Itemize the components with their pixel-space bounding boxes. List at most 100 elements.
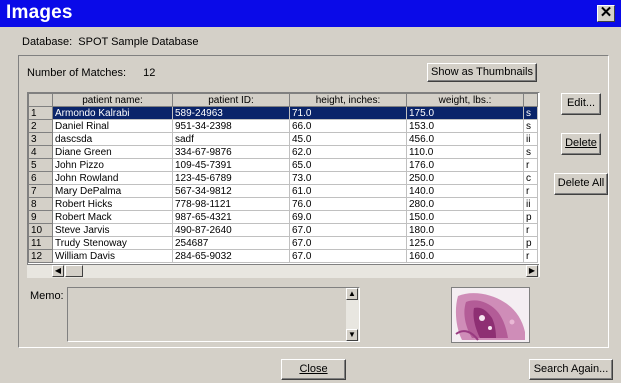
table-row[interactable]: 12 William Davis 284-65-9032 67.0 160.0 r [28, 249, 538, 263]
cell-height: 73.0 [289, 171, 407, 185]
grid-header-row: patient name: patient ID: height, inches… [28, 93, 538, 107]
cell-patient-id: sadf [172, 132, 290, 146]
horizontal-scrollbar[interactable]: ◀ ▶ [27, 264, 539, 278]
table-row[interactable]: 11 Trudy Stenoway 254687 67.0 125.0 p [28, 236, 538, 250]
cell-height: 67.0 [289, 223, 407, 237]
window-title: Images [6, 2, 73, 23]
row-number: 3 [28, 132, 53, 146]
table-row[interactable]: 4 Diane Green 334-67-9876 62.0 110.0 s [28, 145, 538, 159]
cell-height: 69.0 [289, 210, 407, 224]
edit-button[interactable]: Edit... [561, 93, 601, 115]
cell-extra: r [523, 158, 538, 172]
cell-weight: 150.0 [406, 210, 524, 224]
cell-patient-id: 284-65-9032 [172, 249, 290, 263]
results-table: patient name: patient ID: height, inches… [28, 93, 538, 263]
column-header-extra [523, 93, 538, 107]
cell-extra: p [523, 236, 538, 250]
cell-height: 65.0 [289, 158, 407, 172]
cell-weight: 176.0 [406, 158, 524, 172]
table-row[interactable]: 9 Robert Mack 987-65-4321 69.0 150.0 p [28, 210, 538, 224]
results-grid[interactable]: patient name: patient ID: height, inches… [27, 92, 540, 277]
delete-button[interactable]: Delete [561, 133, 601, 155]
table-row[interactable]: 3 dascsda sadf 45.0 456.0 ii [28, 132, 538, 146]
memo-scroll-up-arrow-icon[interactable]: ▲ [346, 288, 358, 300]
cell-extra: s [523, 119, 538, 133]
cell-patient-name: Robert Hicks [52, 197, 173, 211]
table-row[interactable]: 10 Steve Jarvis 490-87-2640 67.0 180.0 r [28, 223, 538, 237]
row-number: 8 [28, 197, 53, 211]
row-number: 10 [28, 223, 53, 237]
memo-vertical-scrollbar[interactable]: ▲ ▼ [346, 288, 359, 341]
cell-weight: 153.0 [406, 119, 524, 133]
matches-count: 12 [143, 67, 156, 79]
cell-height: 45.0 [289, 132, 407, 146]
cell-extra: r [523, 223, 538, 237]
memo-scroll-down-arrow-icon[interactable]: ▼ [346, 329, 358, 341]
grid-corner [28, 93, 53, 107]
cell-weight: 250.0 [406, 171, 524, 185]
table-row[interactable]: 5 John Pizzo 109-45-7391 65.0 176.0 r [28, 158, 538, 172]
scroll-right-arrow-icon[interactable]: ▶ [526, 265, 538, 277]
cell-patient-name: John Pizzo [52, 158, 173, 172]
cell-patient-id: 254687 [172, 236, 290, 250]
cell-extra: s [523, 106, 538, 120]
table-row[interactable]: 2 Daniel Rinal 951-34-2398 66.0 153.0 s [28, 119, 538, 133]
close-button[interactable]: Close [281, 359, 346, 380]
cell-weight: 456.0 [406, 132, 524, 146]
close-window-button[interactable]: ✕ [597, 5, 615, 22]
memo-label: Memo: [30, 290, 64, 302]
scroll-left-arrow-icon[interactable]: ◀ [52, 265, 64, 277]
histology-image-icon [452, 288, 529, 342]
cell-weight: 175.0 [406, 106, 524, 120]
cell-patient-id: 567-34-9812 [172, 184, 290, 198]
cell-weight: 110.0 [406, 145, 524, 159]
cell-height: 76.0 [289, 197, 407, 211]
cell-patient-id: 778-98-1121 [172, 197, 290, 211]
cell-patient-name: dascsda [52, 132, 173, 146]
column-header-height[interactable]: height, inches: [289, 93, 407, 107]
cell-patient-name: Diane Green [52, 145, 173, 159]
cell-patient-name: Trudy Stenoway [52, 236, 173, 250]
scroll-thumb[interactable] [65, 265, 83, 277]
cell-extra: ii [523, 132, 538, 146]
table-row[interactable]: 6 John Rowland 123-45-6789 73.0 250.0 c [28, 171, 538, 185]
cell-height: 61.0 [289, 184, 407, 198]
cell-patient-id: 334-67-9876 [172, 145, 290, 159]
title-bar [0, 0, 621, 27]
column-header-id[interactable]: patient ID: [172, 93, 290, 107]
cell-patient-id: 109-45-7391 [172, 158, 290, 172]
cell-height: 67.0 [289, 249, 407, 263]
matches-line: Number of Matches: 12 [27, 67, 155, 79]
cell-patient-name: Armondo Kalrabi [52, 106, 173, 120]
cell-height: 67.0 [289, 236, 407, 250]
table-row[interactable]: 8 Robert Hicks 778-98-1121 76.0 280.0 ii [28, 197, 538, 211]
matches-label: Number of Matches: [27, 67, 127, 79]
image-thumbnail[interactable] [451, 287, 530, 343]
row-number: 4 [28, 145, 53, 159]
memo-textarea[interactable] [67, 287, 360, 342]
cell-extra: s [523, 145, 538, 159]
delete-all-button[interactable]: Delete All [554, 173, 608, 195]
cell-patient-name: Steve Jarvis [52, 223, 173, 237]
cell-height: 62.0 [289, 145, 407, 159]
database-value: SPOT Sample Database [78, 36, 199, 48]
cell-patient-id: 589-24963 [172, 106, 290, 120]
search-again-button[interactable]: Search Again... [529, 359, 613, 380]
row-number: 11 [28, 236, 53, 250]
row-number: 6 [28, 171, 53, 185]
table-row[interactable]: 7 Mary DePalma 567-34-9812 61.0 140.0 r [28, 184, 538, 198]
cell-weight: 140.0 [406, 184, 524, 198]
column-header-weight[interactable]: weight, lbs.: [406, 93, 524, 107]
cell-weight: 160.0 [406, 249, 524, 263]
cell-extra: p [523, 210, 538, 224]
cell-extra: r [523, 249, 538, 263]
database-label: Database: [22, 36, 73, 48]
table-row[interactable]: 1 Armondo Kalrabi 589-24963 71.0 175.0 s [28, 106, 538, 120]
cell-patient-name: Robert Mack [52, 210, 173, 224]
row-number: 12 [28, 249, 53, 263]
cell-patient-name: John Rowland [52, 171, 173, 185]
row-number: 7 [28, 184, 53, 198]
column-header-name[interactable]: patient name: [52, 93, 173, 107]
cell-patient-name: Mary DePalma [52, 184, 173, 198]
show-thumbnails-button[interactable]: Show as Thumbnails [427, 63, 537, 82]
